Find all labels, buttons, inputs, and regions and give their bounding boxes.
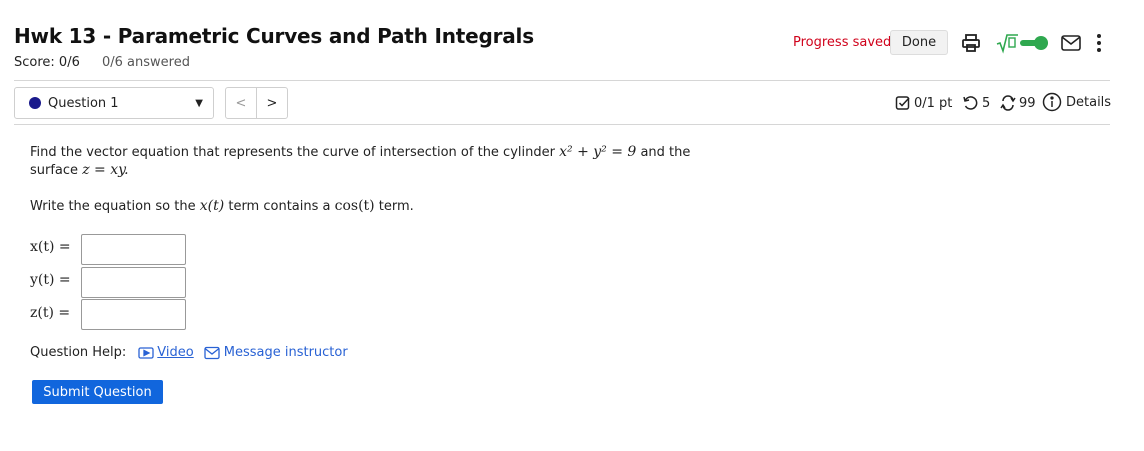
instruction-text: Write the equation so the x(t) term cont… [30, 197, 414, 216]
versions-icon [1000, 95, 1016, 111]
retry-icon [962, 95, 978, 111]
instruction-prefix: Write the equation so the [30, 199, 196, 214]
instruction-func: cos(t) [334, 198, 375, 214]
info-icon [1042, 92, 1062, 112]
progress-status: Progress saved [793, 35, 892, 50]
attempts-stat: 5 [962, 95, 990, 111]
y-answer-input[interactable] [81, 267, 186, 298]
z-answer-input[interactable] [81, 299, 186, 330]
details-label: Details [1066, 94, 1112, 110]
x-label: x(t) = [30, 239, 71, 255]
printer-icon[interactable] [961, 33, 981, 53]
attempts-text: 5 [982, 95, 991, 111]
question-help: Question Help: Video Message instructor [30, 345, 348, 360]
video-icon [138, 346, 154, 360]
page-title: Hwk 13 - Parametric Curves and Path Inte… [14, 24, 534, 48]
question-text-line2: surface z = xy. [30, 161, 129, 180]
z-label: z(t) = [30, 305, 71, 321]
y-label: y(t) = [30, 272, 71, 288]
message-icon [204, 346, 220, 360]
answered-count: 0/6 answered [102, 55, 190, 70]
instruction-mid: term contains a [228, 199, 331, 214]
nav-divider [14, 124, 1110, 125]
surface-text: surface [30, 163, 79, 178]
checkbox-icon [895, 95, 911, 111]
prev-question-button[interactable]: < [225, 87, 257, 119]
versions-text: 99 [1019, 95, 1036, 111]
details-button[interactable]: Details [1042, 92, 1111, 112]
video-link[interactable]: Video [157, 345, 193, 360]
header-divider [14, 80, 1110, 81]
cylinder-equation: x² + y² = 9 [559, 144, 637, 160]
submit-question-button[interactable]: Submit Question [32, 380, 163, 404]
question-text-line1: Find the vector equation that represents… [30, 143, 690, 162]
next-question-button[interactable]: > [256, 87, 288, 119]
x-answer-input[interactable] [81, 234, 186, 265]
surface-equation: z = xy. [82, 162, 129, 178]
message-instructor-link[interactable]: Message instructor [224, 345, 348, 360]
versions-stat: 99 [1000, 95, 1036, 111]
mail-icon[interactable] [1060, 33, 1082, 53]
help-label: Question Help: [30, 345, 127, 360]
question-select-label: Question 1 [48, 95, 119, 111]
instruction-suffix: term. [378, 199, 414, 214]
question-text-prefix: Find the vector equation that represents… [30, 145, 555, 160]
points-text: 0/1 pt [914, 95, 953, 111]
instruction-term: x(t) [199, 198, 225, 214]
sqrt-math-toggle-icon[interactable] [996, 32, 1052, 54]
caret-down-icon: ▼ [195, 98, 203, 109]
question-select[interactable]: Question 1 ▼ [14, 87, 214, 119]
more-vertical-icon[interactable] [1094, 32, 1104, 54]
question-text-suffix: and the [640, 145, 691, 160]
status-dot-icon [29, 97, 41, 109]
done-button[interactable]: Done [890, 30, 948, 55]
score-text: Score: 0/6 [14, 55, 80, 70]
points-stat: 0/1 pt [895, 95, 952, 111]
